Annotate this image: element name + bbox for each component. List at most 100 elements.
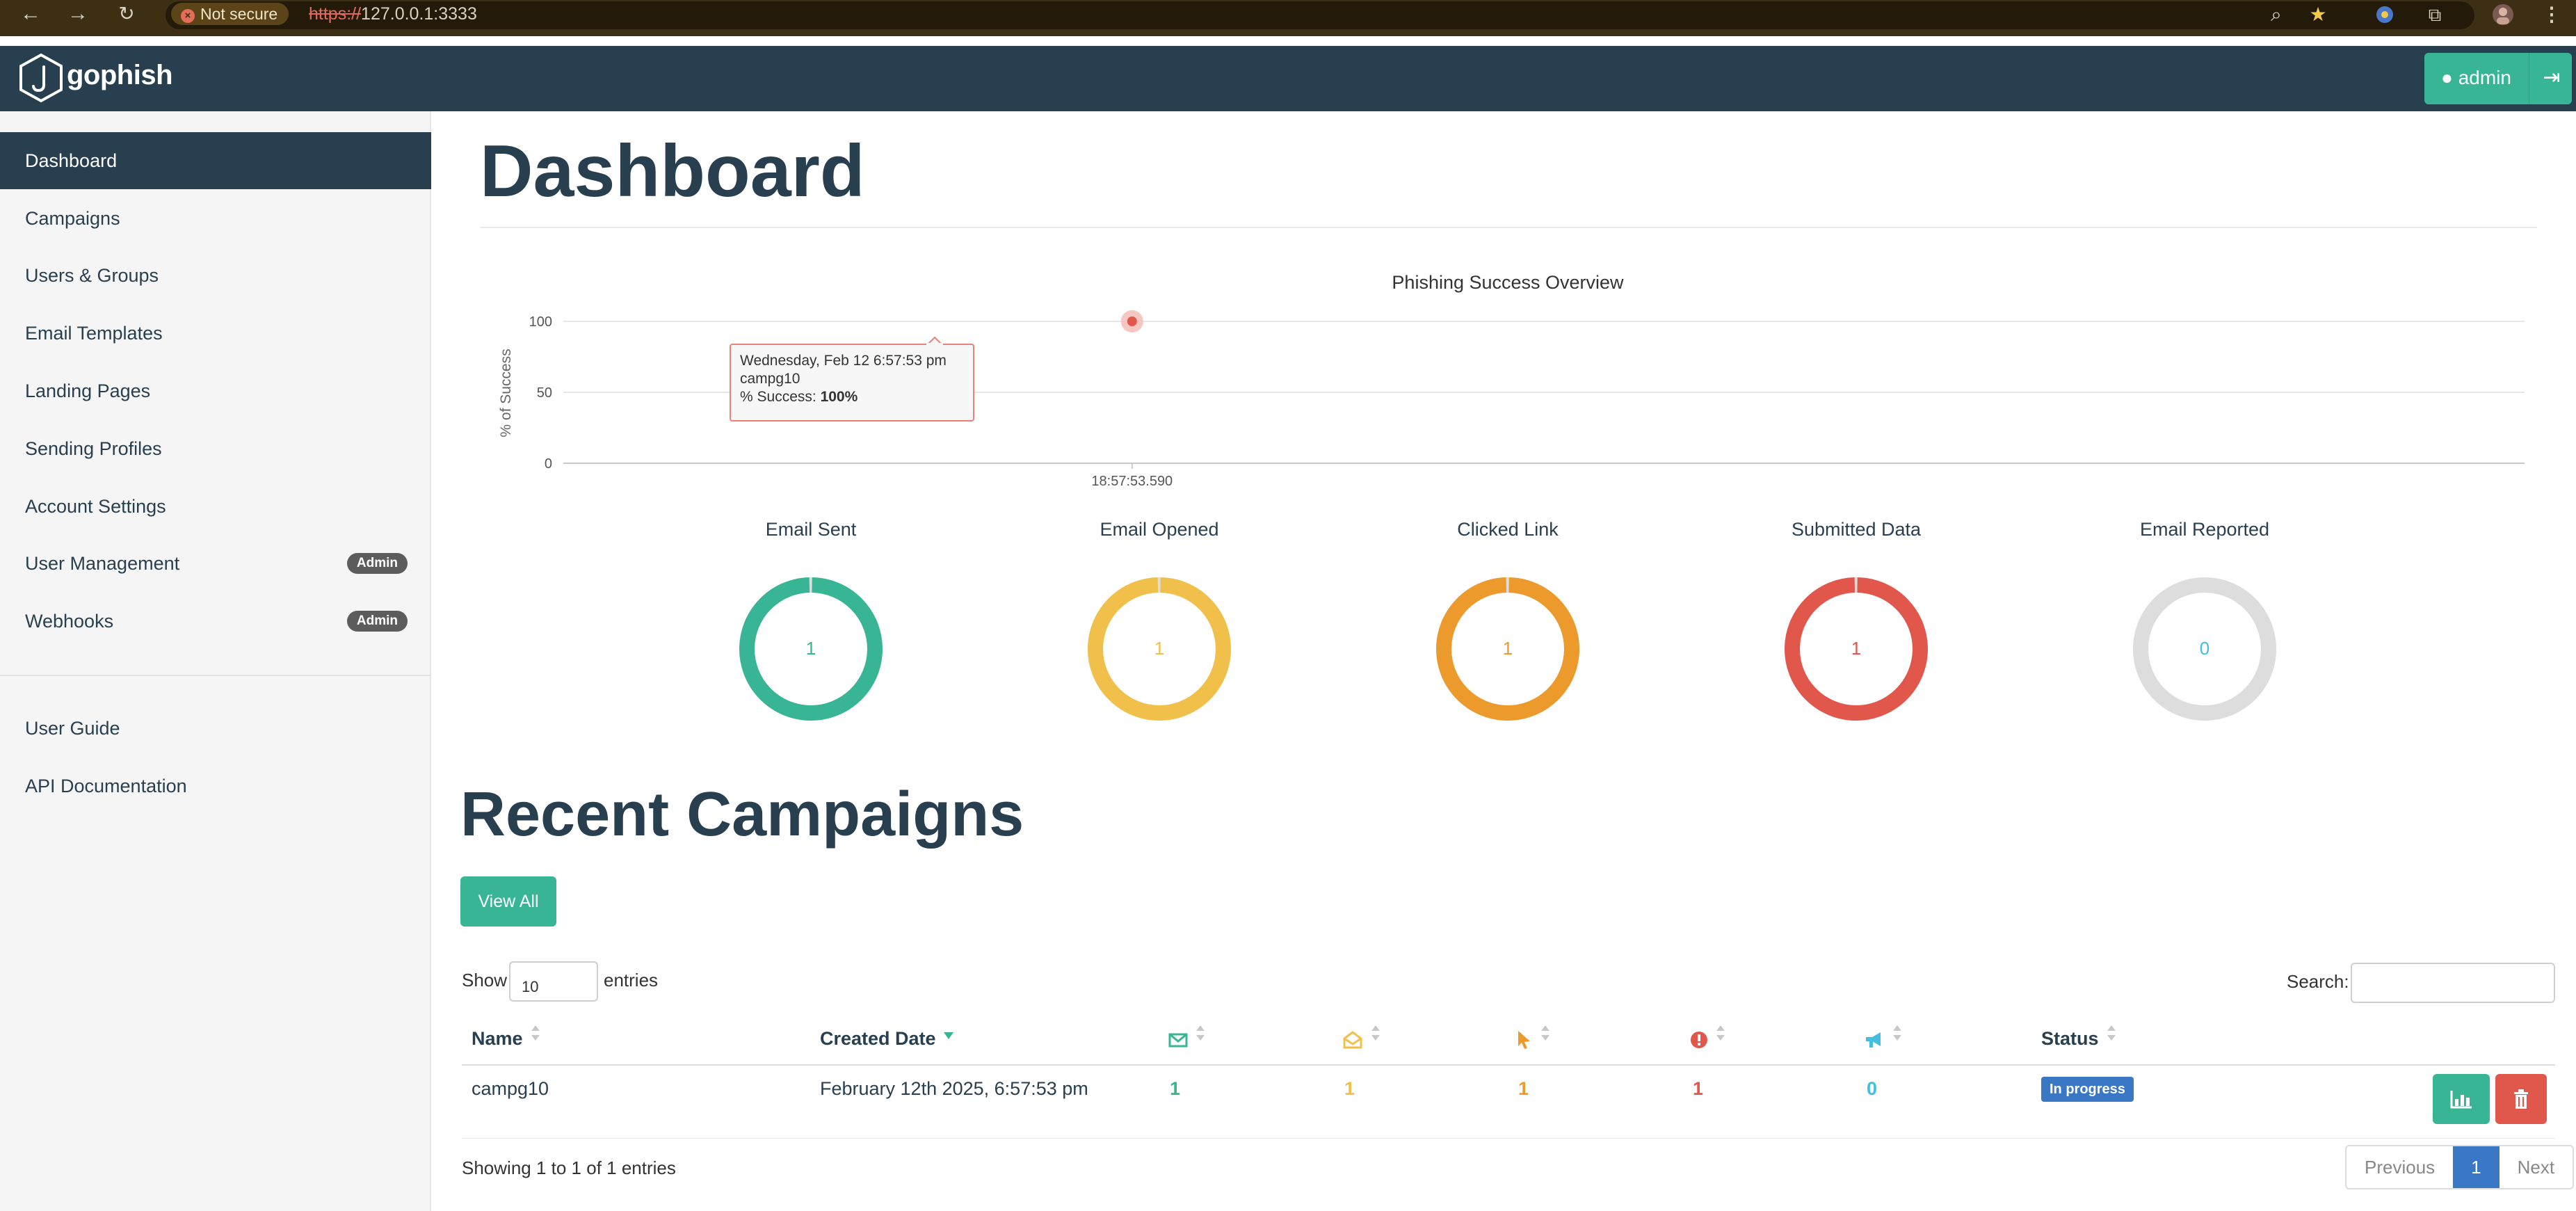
ring-value: 1 bbox=[1154, 638, 1164, 659]
recent-campaigns-title: Recent Campaigns bbox=[460, 780, 1024, 849]
ring-value: 1 bbox=[1503, 638, 1513, 659]
extension-icon[interactable] bbox=[2373, 3, 2397, 26]
column-header-reported[interactable] bbox=[1864, 1025, 1903, 1050]
sidebar-item-user-guide[interactable]: User Guide bbox=[0, 700, 431, 757]
opened-count: 1 bbox=[1344, 1078, 1355, 1099]
user-menu-button[interactable]: ● admin ⇥ bbox=[2424, 53, 2572, 104]
entries-label: entries bbox=[604, 970, 659, 991]
sidebar-divider bbox=[0, 675, 431, 676]
y-tick-label: 0 bbox=[545, 456, 552, 472]
sidebar-item-landing-pages[interactable]: Landing Pages bbox=[0, 362, 431, 419]
sidebar-item-account-settings[interactable]: Account Settings bbox=[0, 478, 431, 535]
address-bar[interactable] bbox=[166, 1, 2474, 29]
column-header-opened[interactable] bbox=[1342, 1025, 1381, 1050]
sidebar-item-label: Sending Profiles bbox=[25, 438, 162, 459]
sort-icon bbox=[531, 1025, 540, 1041]
mouse-pointer-icon bbox=[1518, 1030, 1530, 1049]
y-tick-label: 100 bbox=[529, 314, 552, 330]
sidebar-item-sending-profiles[interactable]: Sending Profiles bbox=[0, 420, 431, 477]
view-results-button[interactable] bbox=[2433, 1074, 2490, 1124]
url-text[interactable]: https://127.0.0.1:3333 bbox=[309, 4, 477, 24]
user-label: ● admin bbox=[2441, 67, 2511, 89]
x-tick-label: 18:57:53.590 bbox=[1091, 474, 1173, 489]
trash-icon bbox=[2514, 1089, 2528, 1109]
stat-ring-email-sent: 1 bbox=[739, 577, 883, 721]
page-1-button[interactable]: 1 bbox=[2453, 1146, 2499, 1188]
ring-value: 1 bbox=[806, 638, 816, 659]
chart-y-ticks: 0 50 100 bbox=[529, 314, 552, 472]
profile-avatar[interactable] bbox=[2491, 3, 2515, 26]
sidebar-item-api-documentation[interactable]: API Documentation bbox=[0, 757, 431, 815]
ring-value: 0 bbox=[2200, 638, 2209, 659]
stat-title-email-opened: Email Opened bbox=[1100, 519, 1219, 540]
next-page-button[interactable]: Next bbox=[2499, 1146, 2573, 1188]
sidebar-item-users-groups[interactable]: Users & Groups bbox=[0, 247, 431, 304]
sort-icon bbox=[1196, 1025, 1205, 1041]
campaign-name[interactable]: campg10 bbox=[472, 1078, 549, 1100]
sort-icon bbox=[2107, 1025, 2116, 1041]
gophish-logo-icon[interactable] bbox=[18, 53, 64, 103]
bookmark-star-icon[interactable]: ★ bbox=[2306, 3, 2330, 26]
sidebar-item-label: Account Settings bbox=[25, 496, 166, 517]
search-input[interactable] bbox=[2351, 963, 2555, 1003]
brand-name[interactable]: gophish bbox=[67, 60, 173, 91]
chart-x-ticks: 18:57:53.590 bbox=[1091, 463, 1173, 489]
admin-badge: Admin bbox=[346, 553, 408, 574]
title-divider bbox=[480, 227, 2537, 228]
reload-icon[interactable]: ↻ bbox=[113, 0, 140, 28]
user-name: admin bbox=[2458, 67, 2511, 88]
tooltip-success-label: % Success: bbox=[740, 389, 816, 405]
sidebar-item-campaigns[interactable]: Campaigns bbox=[0, 190, 431, 247]
data-point[interactable] bbox=[1127, 316, 1137, 326]
column-header-submitted[interactable] bbox=[1690, 1025, 1726, 1050]
admin-badge: Admin bbox=[346, 611, 408, 632]
top-navbar: gophish ● admin ⇥ bbox=[0, 46, 2576, 111]
sidebar-item-label: Landing Pages bbox=[25, 380, 151, 401]
sidebar-item-label: Webhooks bbox=[25, 611, 114, 632]
sort-icon bbox=[1371, 1025, 1380, 1041]
stat-ring-submitted-data: 1 bbox=[1785, 577, 1928, 721]
column-header-clicked[interactable] bbox=[1516, 1025, 1551, 1050]
envelope-icon bbox=[1168, 1033, 1188, 1048]
previous-page-button[interactable]: Previous bbox=[2346, 1146, 2453, 1188]
sidebar: Dashboard Campaigns Users & Groups Email… bbox=[0, 111, 431, 1211]
sidebar-item-label: Users & Groups bbox=[25, 265, 159, 286]
stat-ring-email-opened: 1 bbox=[1088, 577, 1231, 721]
column-header-sent[interactable] bbox=[1168, 1025, 1206, 1050]
sidebar-item-webhooks[interactable]: Webhooks Admin bbox=[0, 593, 431, 650]
kebab-menu-icon[interactable]: ⋮ bbox=[2540, 3, 2563, 26]
table-row-divider bbox=[462, 1138, 2555, 1139]
reported-count: 0 bbox=[1867, 1078, 1878, 1099]
stat-ring-email-reported: 0 bbox=[2133, 577, 2276, 721]
column-header-name[interactable]: Name bbox=[472, 1025, 541, 1050]
chart-y-axis-label: % of Success bbox=[498, 348, 514, 437]
sidebar-item-email-templates[interactable]: Email Templates bbox=[0, 305, 431, 362]
table-header-divider bbox=[462, 1064, 2555, 1066]
header-label: Created Date bbox=[820, 1028, 936, 1049]
url-host: 127.0.0.1:3333 bbox=[361, 4, 477, 24]
puzzle-icon[interactable]: ⧉ bbox=[2423, 3, 2447, 26]
sidebar-item-label: Dashboard bbox=[25, 150, 118, 171]
sidebar-item-user-management[interactable]: User Management Admin bbox=[0, 535, 431, 592]
sidebar-item-label: Email Templates bbox=[25, 323, 163, 344]
entries-select[interactable]: 10 bbox=[509, 961, 598, 1002]
y-tick-label: 50 bbox=[537, 385, 552, 401]
security-label: Not secure bbox=[200, 5, 278, 23]
sort-icon bbox=[1716, 1025, 1725, 1041]
forward-icon[interactable]: → bbox=[64, 0, 92, 28]
column-header-created-date[interactable]: Created Date bbox=[820, 1028, 954, 1050]
warning-icon: × bbox=[181, 9, 195, 23]
delete-campaign-button[interactable] bbox=[2495, 1074, 2547, 1124]
tooltip-date: Wednesday, Feb 12 6:57:53 pm bbox=[740, 353, 947, 369]
sidebar-item-label: User Management bbox=[25, 553, 180, 574]
column-header-status[interactable]: Status bbox=[2041, 1025, 2117, 1050]
back-icon[interactable]: ← bbox=[17, 0, 45, 28]
sort-descending-icon bbox=[943, 1032, 953, 1039]
zoom-icon[interactable]: ⌕ bbox=[2264, 3, 2288, 26]
security-chip[interactable]: × Not secure bbox=[171, 3, 289, 25]
logout-icon[interactable]: ⇥ bbox=[2534, 65, 2569, 90]
sidebar-item-dashboard[interactable]: Dashboard bbox=[0, 132, 431, 189]
stat-title-submitted-data: Submitted Data bbox=[1791, 519, 1922, 540]
view-all-button[interactable]: View All bbox=[460, 876, 556, 927]
status-badge: In progress bbox=[2041, 1077, 2134, 1102]
